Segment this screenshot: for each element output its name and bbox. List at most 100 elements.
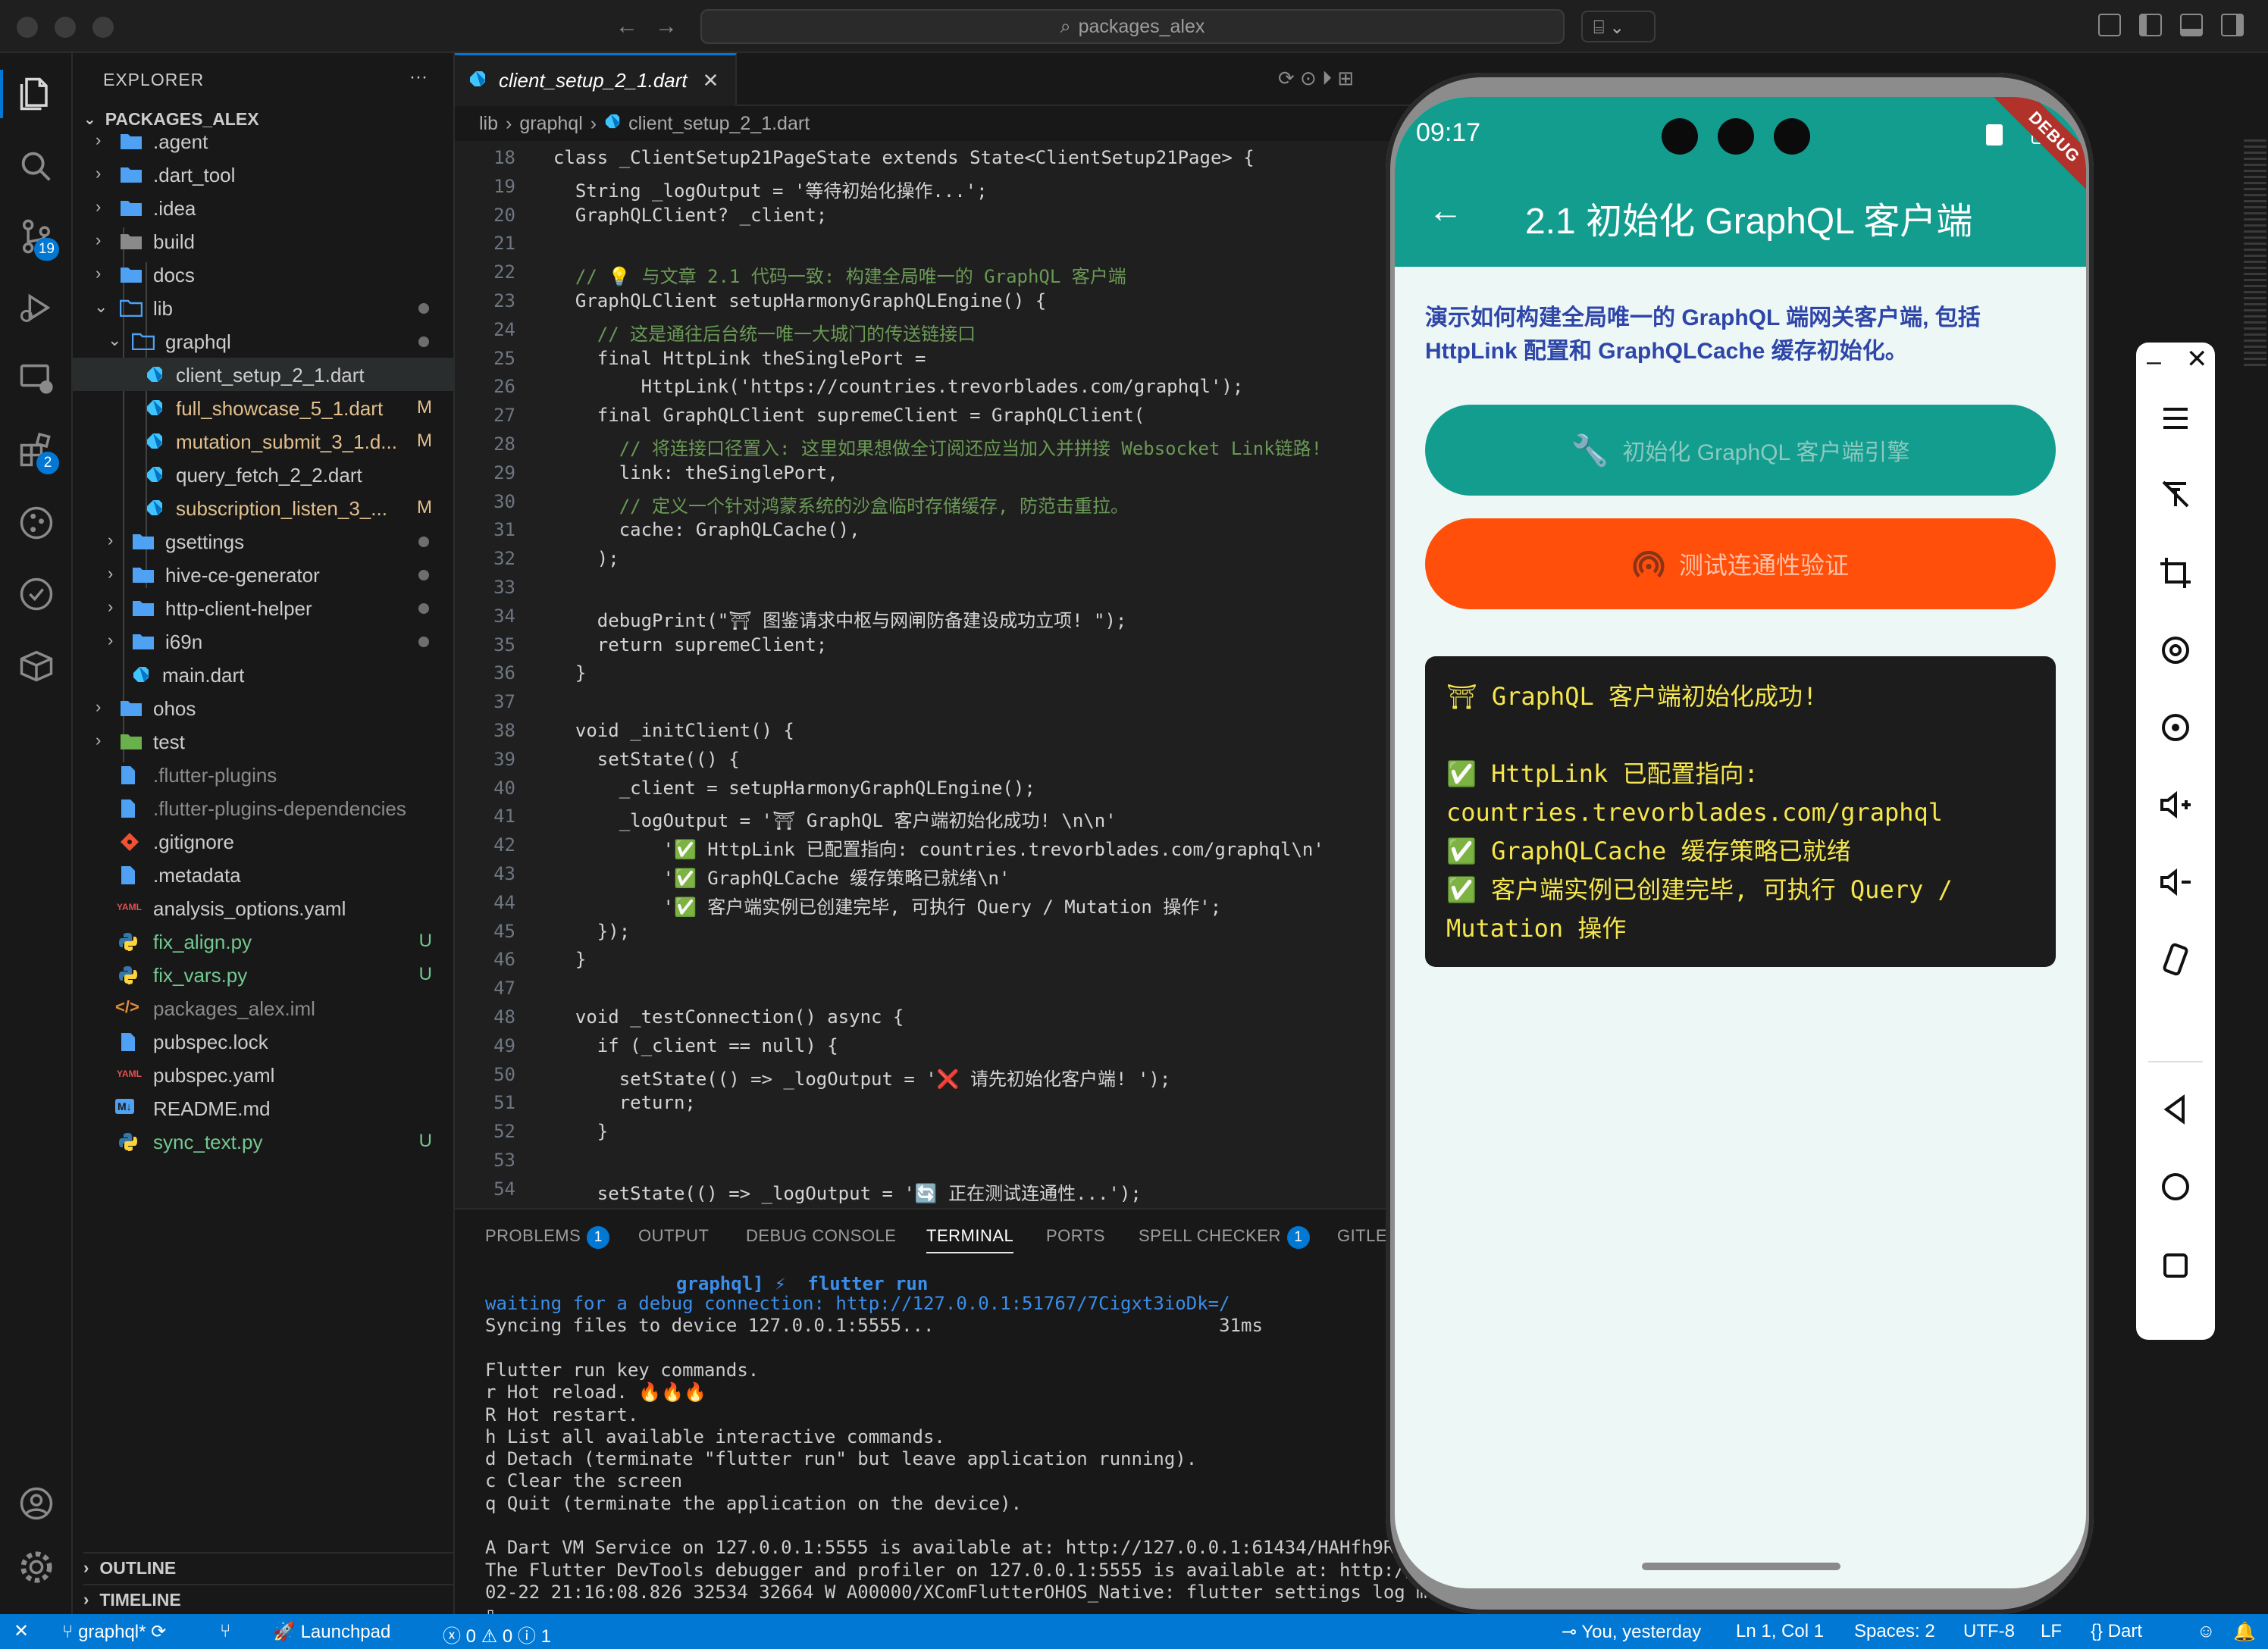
- tab-debug-console[interactable]: DEBUG CONSOLE: [746, 1226, 896, 1246]
- record-icon[interactable]: [2157, 632, 2194, 668]
- tree-item-pubspec-yaml[interactable]: YAML pubspec.yaml: [73, 1058, 455, 1091]
- tree-item-lib[interactable]: ⌄ lib: [73, 291, 455, 324]
- tree-item-flutter-plugins[interactable]: .flutter-plugins: [73, 758, 455, 791]
- breadcrumb-lib[interactable]: lib: [479, 113, 498, 135]
- volume-up-icon[interactable]: [2157, 787, 2194, 823]
- close-icon[interactable]: ✕: [703, 69, 719, 92]
- tree-item-i69n[interactable]: › i69n: [73, 624, 455, 658]
- forward-arrow-icon[interactable]: →: [655, 14, 678, 39]
- remote-indicator-icon[interactable]: ✕: [0, 1614, 42, 1649]
- tab-spell-checker[interactable]: SPELL CHECKER 1: [1139, 1226, 1310, 1249]
- tree-item-fix-align[interactable]: fix_align.py U: [73, 925, 455, 958]
- containers-icon[interactable]: [17, 646, 56, 685]
- recents-square-icon[interactable]: [2157, 1247, 2194, 1284]
- tab-output[interactable]: OUTPUT: [638, 1226, 709, 1246]
- tree-item-build[interactable]: › build: [73, 224, 455, 258]
- git-blame-indicator[interactable]: ⊸ You, yesterday: [1562, 1621, 1701, 1643]
- language-mode[interactable]: {} Dart: [2091, 1621, 2142, 1642]
- volume-down-icon[interactable]: [2157, 864, 2194, 900]
- extensions-icon[interactable]: 2: [17, 430, 59, 474]
- back-arrow-icon[interactable]: ←: [1428, 189, 1463, 230]
- tree-item-docs[interactable]: › docs: [73, 258, 455, 291]
- terminal[interactable]: graphql] ⚡ flutter run waiting for a deb…: [455, 1270, 1516, 1616]
- tab-gitlens[interactable]: GITLE: [1337, 1226, 1387, 1246]
- tree-item-fix-vars[interactable]: fix_vars.py U: [73, 958, 455, 991]
- explorer-more-actions-button[interactable]: ···: [409, 67, 428, 88]
- minimap[interactable]: [2229, 106, 2268, 1614]
- layout-customize-icon[interactable]: [2098, 14, 2121, 36]
- git-graph-icon[interactable]: [17, 503, 56, 543]
- zoom-window-button[interactable]: [92, 17, 114, 38]
- gear-icon[interactable]: [17, 1547, 56, 1587]
- notifications-bell-icon[interactable]: 🔔: [2233, 1621, 2256, 1643]
- tree-item-full-showcase[interactable]: full_showcase_5_1.dart M: [73, 391, 455, 424]
- back-arrow-icon[interactable]: ←: [616, 14, 638, 39]
- search-icon[interactable]: [17, 147, 56, 186]
- home-circle-icon[interactable]: [2157, 1169, 2194, 1205]
- rotate-icon[interactable]: [2157, 941, 2194, 978]
- encoding[interactable]: UTF-8: [1963, 1621, 2015, 1642]
- tree-item-gitignore[interactable]: .gitignore: [73, 824, 455, 858]
- minimize-window-button[interactable]: [55, 17, 76, 38]
- minimize-emulator-button[interactable]: –: [2147, 347, 2183, 383]
- tree-item-readme[interactable]: M↓ README.md: [73, 1091, 455, 1125]
- tab-client-setup[interactable]: client_setup_2_1.dart ✕: [455, 53, 737, 106]
- account-icon[interactable]: [17, 1484, 56, 1523]
- copilot-menu-button[interactable]: ⌸ ⌄: [1581, 11, 1656, 42]
- toggle-panel-icon[interactable]: [2180, 14, 2203, 36]
- menu-icon[interactable]: [2157, 400, 2194, 436]
- line-ending[interactable]: LF: [2041, 1621, 2062, 1642]
- tree-item-dart-tool[interactable]: › .dart_tool: [73, 158, 455, 191]
- tree-item-test[interactable]: › test: [73, 724, 455, 758]
- crop-icon[interactable]: [2157, 555, 2194, 591]
- toggle-sidebar-icon[interactable]: [2139, 14, 2162, 36]
- branch-indicator[interactable]: ⑂ graphql* ⟳: [62, 1621, 166, 1643]
- tree-item-agent[interactable]: › .agent: [73, 124, 455, 158]
- home-indicator[interactable]: [1642, 1563, 1840, 1570]
- copilot-status-icon[interactable]: ☺: [2197, 1621, 2216, 1642]
- problems-indicator[interactable]: ⓧ 0 ⚠ 0 ⓘ 1: [443, 1621, 551, 1647]
- code-editor[interactable]: 18 class _ClientSetup21PageState extends …: [455, 141, 1516, 1208]
- indentation[interactable]: Spaces: 2: [1854, 1621, 1935, 1642]
- tree-item-ohos[interactable]: › ohos: [73, 691, 455, 724]
- explorer-files-icon[interactable]: [17, 74, 56, 114]
- init-client-button[interactable]: 🔧 初始化 GraphQL 客户端引擎: [1425, 405, 2056, 496]
- tree-item-client-setup[interactable]: client_setup_2_1.dart: [73, 358, 455, 391]
- tree-item-gsettings[interactable]: › gsettings: [73, 524, 455, 558]
- screenshot-icon[interactable]: [2157, 709, 2194, 746]
- command-center-search[interactable]: ⌕ packages_alex: [700, 9, 1565, 44]
- test-connection-button[interactable]: 测试连通性验证: [1425, 518, 2056, 609]
- source-control-icon[interactable]: 19: [17, 217, 59, 261]
- outline-section[interactable]: › OUTLINE: [83, 1552, 455, 1582]
- tree-item-metadata[interactable]: .metadata: [73, 858, 455, 891]
- tree-item-main-dart[interactable]: main.dart: [73, 658, 455, 691]
- cursor-position[interactable]: Ln 1, Col 1: [1736, 1621, 1824, 1642]
- tree-item-idea[interactable]: › .idea: [73, 191, 455, 224]
- testing-icon[interactable]: [17, 574, 56, 614]
- tree-item-flutter-plugins-dependencies[interactable]: .flutter-plugins-dependencies: [73, 791, 455, 824]
- tab-ports[interactable]: PORTS: [1046, 1226, 1105, 1246]
- toggle-secondary-sidebar-icon[interactable]: [2221, 14, 2244, 36]
- remote-explorer-icon[interactable]: [17, 359, 56, 399]
- tree-item-subscription-listen[interactable]: subscription_listen_3_... M: [73, 491, 455, 524]
- tab-problems[interactable]: PROBLEMS 1: [485, 1226, 610, 1249]
- launchpad-item[interactable]: 🚀 Launchpad: [273, 1621, 390, 1643]
- tree-item-packages-alex-iml[interactable]: </> packages_alex.iml: [73, 991, 455, 1025]
- timeline-section[interactable]: › TIMELINE: [83, 1584, 455, 1614]
- git-graph-status-icon[interactable]: ⑂: [220, 1621, 230, 1642]
- editor-actions-icon[interactable]: ⟳ ⊙ ⏵ ⊞: [1278, 67, 1354, 91]
- run-debug-icon[interactable]: [17, 288, 56, 327]
- pin-off-icon[interactable]: [2157, 476, 2194, 512]
- tree-item-mutation-submit[interactable]: mutation_submit_3_1.d... M: [73, 424, 455, 458]
- tree-item-sync-text[interactable]: sync_text.py U: [73, 1125, 455, 1158]
- tree-item-pubspec-lock[interactable]: pubspec.lock: [73, 1025, 455, 1058]
- back-triangle-icon[interactable]: [2157, 1091, 2194, 1128]
- close-emulator-button[interactable]: ✕: [2186, 344, 2223, 380]
- tree-item-graphql[interactable]: ⌄ graphql: [73, 324, 455, 358]
- tab-terminal[interactable]: TERMINAL: [926, 1226, 1014, 1253]
- tree-item-query-fetch[interactable]: query_fetch_2_2.dart: [73, 458, 455, 491]
- tree-item-hive-ce-generator[interactable]: › hive-ce-generator: [73, 558, 455, 591]
- tree-item-analysis-options[interactable]: YAML analysis_options.yaml: [73, 891, 455, 925]
- breadcrumb-graphql[interactable]: graphql: [519, 113, 582, 135]
- breadcrumb-file[interactable]: client_setup_2_1.dart: [628, 113, 810, 135]
